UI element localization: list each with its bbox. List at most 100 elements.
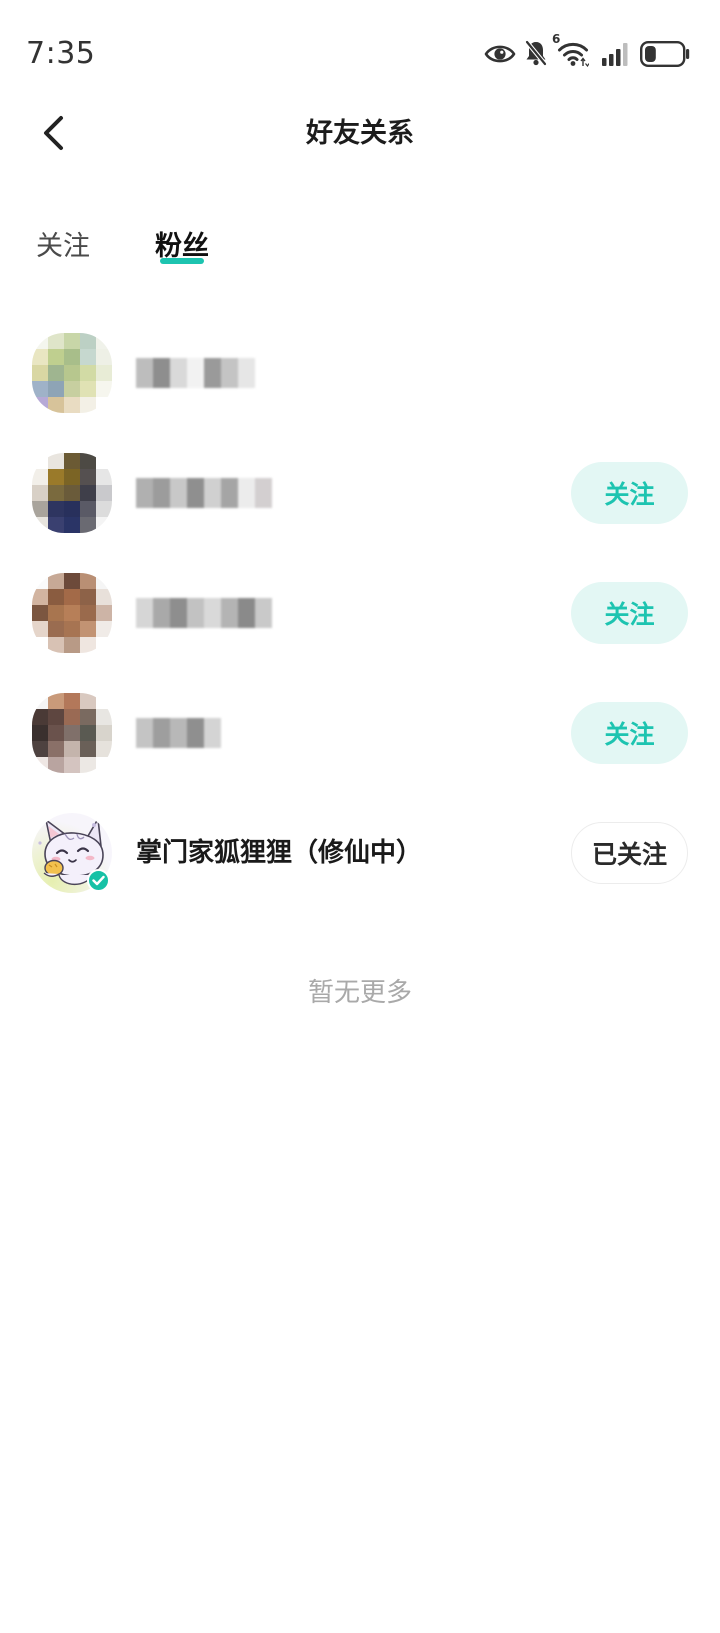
mosaic-cell [64,741,80,757]
mosaic-cell [64,573,80,589]
mosaic-cell [96,381,112,397]
blur-cell [204,358,221,388]
tab-following[interactable]: 关注 [36,229,90,265]
blur-cell [170,358,187,388]
mosaic-cell [64,365,80,381]
follower-row[interactable]: 关注 [0,553,720,673]
follower-row[interactable]: 掌门家狐狸狸（修仙中） 已关注 [0,793,720,913]
avatar[interactable] [32,693,112,773]
mosaic-cell [80,725,96,741]
mosaic-cell [48,517,64,533]
blur-cell [170,478,187,508]
follower-row[interactable]: 关注 [0,433,720,553]
mosaic-cell [48,573,64,589]
avatar[interactable] [32,453,112,533]
mosaic-cell [32,621,48,637]
blur-cell [153,478,170,508]
blur-cell [136,478,153,508]
avatar[interactable] [32,573,112,653]
username: 掌门家狐狸狸（修仙中） [136,838,423,868]
mosaic-cell [96,349,112,365]
blur-cell [136,358,153,388]
mosaic-cell [80,485,96,501]
blurred-username [136,598,272,628]
blur-cell [255,598,272,628]
mosaic-cell [64,349,80,365]
wifi-icon [557,40,589,67]
blur-cell [204,718,221,748]
mosaic-cell [80,693,96,709]
blur-cell [221,478,238,508]
mosaic-cell [80,381,96,397]
blur-cell [238,478,255,508]
mosaic-cell [96,517,112,533]
mosaic-cell [80,453,96,469]
avatar-image [32,453,112,533]
blur-cell [187,598,204,628]
mosaic-cell [80,709,96,725]
mosaic-cell [48,501,64,517]
blur-cell [153,598,170,628]
follow-button[interactable]: 关注 [571,582,688,644]
status-bar: 7:35 6 [0,0,720,108]
mosaic-cell [64,333,80,349]
mosaic-cell [64,605,80,621]
mosaic-cell [64,469,80,485]
mosaic-cell [32,589,48,605]
blur-cell [170,598,187,628]
mosaic-cell [96,453,112,469]
mosaic-cell [80,501,96,517]
mosaic-cell [48,693,64,709]
mosaic-cell [96,589,112,605]
blurred-username [136,718,221,748]
mosaic-cell [32,381,48,397]
mosaic-cell [96,637,112,653]
avatar[interactable] [32,813,112,893]
tab-followers[interactable]: 粉丝 [155,229,209,265]
signal-icon [601,42,629,66]
mosaic-cell [64,381,80,397]
blur-cell [238,598,255,628]
mosaic-cell [48,725,64,741]
mosaic-cell [48,333,64,349]
bell-off-icon [524,39,548,67]
mosaic-cell [64,397,80,413]
follower-row[interactable] [0,313,720,433]
mosaic-cell [32,349,48,365]
mosaic-cell [32,709,48,725]
blur-cell [187,358,204,388]
mosaic-cell [80,365,96,381]
mosaic-cell [48,365,64,381]
blur-cell [136,718,153,748]
mosaic-cell [96,693,112,709]
following-button[interactable]: 已关注 [571,822,688,884]
blur-cell [221,598,238,628]
mosaic-cell [96,709,112,725]
mosaic-cell [32,333,48,349]
avatar[interactable] [32,333,112,413]
follow-button[interactable]: 关注 [571,702,688,764]
mosaic-cell [80,397,96,413]
mosaic-cell [96,365,112,381]
blur-cell [187,478,204,508]
mosaic-cell [64,501,80,517]
mosaic-cell [80,637,96,653]
blur-cell [221,358,238,388]
mosaic-cell [32,501,48,517]
mosaic-cell [80,349,96,365]
mosaic-cell [32,517,48,533]
mosaic-cell [96,397,112,413]
mosaic-cell [96,757,112,773]
mosaic-cell [48,485,64,501]
mosaic-cell [80,589,96,605]
mosaic-cell [48,605,64,621]
follower-row[interactable]: 关注 [0,673,720,793]
follow-button[interactable]: 关注 [571,462,688,524]
mosaic-cell [80,469,96,485]
mosaic-cell [96,741,112,757]
verified-badge-icon [87,869,110,892]
mosaic-cell [48,621,64,637]
mosaic-cell [32,637,48,653]
mosaic-cell [48,349,64,365]
blur-cell [255,478,272,508]
